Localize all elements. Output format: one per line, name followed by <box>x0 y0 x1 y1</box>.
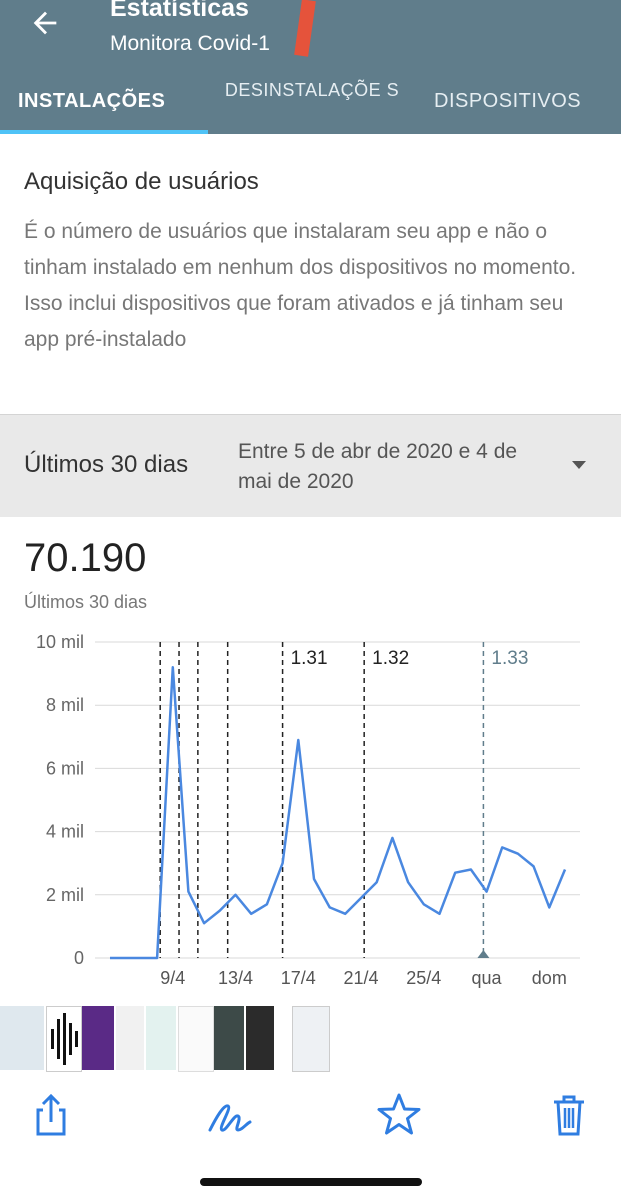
y-tick-label: 6 mil <box>46 758 84 778</box>
x-tick-label: 9/4 <box>160 968 185 988</box>
dropdown-arrow-icon[interactable] <box>572 461 586 469</box>
thumbnail[interactable] <box>116 1006 144 1070</box>
photo-thumbnail-strip <box>0 1004 621 1072</box>
section-description: É o número de usuários que instalaram se… <box>24 220 577 351</box>
waveform-icon <box>51 1013 78 1065</box>
home-indicator <box>200 1178 422 1186</box>
current-marker-triangle <box>477 950 490 958</box>
total-acquisitions: 70.190 <box>24 536 147 580</box>
thumbnail[interactable] <box>46 1006 82 1072</box>
tab-installs[interactable]: INSTALAÇÕES <box>18 90 165 113</box>
thumbnail[interactable] <box>178 1006 214 1072</box>
x-tick-label: dom <box>532 968 567 988</box>
favorite-icon[interactable] <box>374 1090 424 1140</box>
markup-icon[interactable] <box>204 1090 254 1140</box>
date-range-text: Entre 5 de abr de 2020 e 4 de mai de 202… <box>238 440 518 493</box>
total-period-label: Últimos 30 dias <box>24 592 148 612</box>
tab-uninstalls-label: DESINSTALAÇÕE S <box>224 80 400 100</box>
thumbnail[interactable] <box>292 1006 330 1072</box>
acquisition-line-chart: 0 2 mil 4 mil 6 mil 8 mil 10 mil 1.31 1.32 1.33 9… <box>36 632 580 988</box>
period-label: Últimos 30 dias <box>24 451 189 478</box>
thumbnail[interactable] <box>146 1006 176 1070</box>
app-bar: Estatísticas Monitora Covid-1 INSTALAÇÕE… <box>0 0 621 134</box>
redaction-mark <box>294 0 316 57</box>
release-marker-label: 1.33 <box>491 648 528 669</box>
thumbnail[interactable] <box>246 1006 274 1070</box>
y-tick-label: 0 <box>74 948 84 968</box>
release-marker-label: 1.32 <box>372 648 409 669</box>
date-range-filter[interactable]: Últimos 30 dias Entre 5 de abr de 2020 e… <box>0 414 621 517</box>
thumbnail[interactable] <box>0 1006 44 1070</box>
back-arrow-icon[interactable] <box>28 6 62 40</box>
thumbnail[interactable] <box>214 1006 244 1070</box>
share-icon[interactable] <box>26 1090 76 1140</box>
release-marker-label: 1.31 <box>291 648 328 669</box>
y-tick-label: 8 mil <box>46 695 84 715</box>
y-tick-label: 10 mil <box>36 632 84 652</box>
trash-icon[interactable] <box>544 1090 594 1140</box>
app-subtitle: Monitora Covid-1 <box>110 32 270 55</box>
tab-bar: INSTALAÇÕES DESINSTALAÇÕE S DISPOSITIVOS <box>0 74 621 134</box>
photo-toolbar <box>0 1072 621 1162</box>
y-tick-label: 2 mil <box>46 885 84 905</box>
app-title: Estatísticas <box>110 0 249 22</box>
active-tab-indicator <box>0 130 208 134</box>
x-tick-label: 17/4 <box>281 968 316 988</box>
y-tick-label: 4 mil <box>46 822 84 842</box>
thumbnail[interactable] <box>82 1006 114 1070</box>
x-tick-label: 13/4 <box>218 968 253 988</box>
x-tick-label: 21/4 <box>344 968 379 988</box>
series-line <box>110 666 567 960</box>
tab-devices[interactable]: DISPOSITIVOS <box>434 90 581 113</box>
x-tick-label: qua <box>472 968 503 988</box>
tab-uninstalls[interactable]: DESINSTALAÇÕE S <box>222 78 402 102</box>
section-title: Aquisição de usuários <box>24 168 259 195</box>
x-tick-label: 25/4 <box>406 968 441 988</box>
